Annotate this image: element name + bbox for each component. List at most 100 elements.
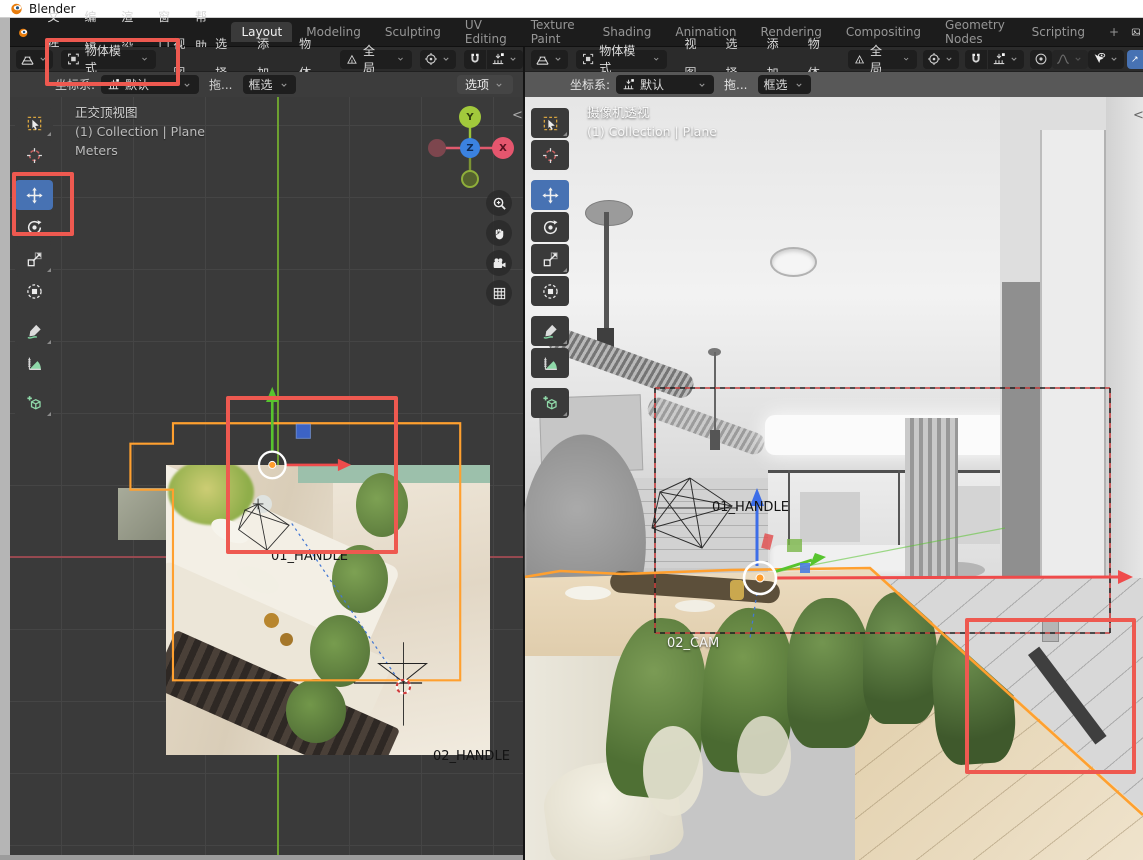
options-dropdown[interactable]: 选项 (457, 75, 513, 94)
tool-rotate[interactable] (531, 212, 569, 242)
scene-icon[interactable] (1131, 24, 1141, 40)
sidebar-collapse-arrow[interactable]: < (1133, 108, 1143, 123)
orientation-dropdown[interactable]: 全局 (340, 50, 412, 69)
chevron-down-icon (278, 79, 290, 91)
right-tool-settings: 坐标系: 默认 拖... 框选 (525, 72, 1143, 97)
grid-icon (492, 286, 507, 301)
tool-annotate[interactable] (15, 316, 53, 346)
measure-icon (26, 355, 43, 372)
right-viewport-overlay-text: 摄像机透视 (1) Collection | Plane (587, 103, 717, 141)
select-mode-label: 框选 (764, 76, 788, 93)
right-toolbar (531, 108, 569, 418)
editor-type-button[interactable] (531, 50, 568, 69)
cursor-3d-icon (542, 147, 559, 164)
units: Meters (75, 141, 205, 160)
tab-shading[interactable]: Shading (593, 22, 662, 42)
tool-select-box[interactable] (15, 108, 53, 138)
select-box-icon (542, 115, 559, 132)
blender-window: Blender 文件 编辑 渲染 窗口 帮助 Layout Modeling S… (0, 0, 1143, 860)
camera-view-button[interactable] (486, 250, 512, 276)
annotation-rect-mode-dropdown (45, 38, 180, 86)
tool-transform[interactable] (531, 276, 569, 306)
chevron-down-icon (181, 79, 193, 91)
magnet-icon (468, 52, 482, 66)
chevron-down-icon (901, 53, 911, 65)
move-icon (542, 187, 559, 204)
zoom-icon (492, 196, 507, 211)
camera-name-label: 02_CAM (667, 636, 719, 651)
snap-with-icon (491, 52, 505, 66)
select-mode-dropdown[interactable]: 框选 (758, 75, 811, 94)
falloff-curve-icon (1056, 52, 1070, 66)
view-name: 摄像机透视 (587, 103, 717, 122)
snap-with-dropdown[interactable] (988, 50, 1024, 69)
proportional-edit-toggle[interactable] (1030, 50, 1052, 69)
chevron-down-icon (793, 79, 805, 91)
add-cube-icon (26, 395, 43, 412)
visibility-dropdown[interactable] (1088, 50, 1124, 69)
chevron-down-icon (493, 79, 505, 91)
tab-sculpting[interactable]: Sculpting (375, 22, 451, 42)
mode-dropdown[interactable]: 物体模式 (576, 50, 667, 69)
visibility-pointer-eye-icon (1092, 52, 1106, 66)
nav-axis-neg-y[interactable] (461, 170, 479, 188)
tool-measure[interactable] (531, 348, 569, 378)
coord-value: 默认 (640, 76, 664, 93)
left-toolbar (15, 108, 53, 418)
tab-uv-editing[interactable]: UV Editing (455, 15, 517, 49)
nav-axis-x[interactable]: X (492, 137, 514, 159)
active-collection: (1) Collection | Plane (587, 122, 717, 141)
tool-measure[interactable] (15, 348, 53, 378)
blender-menu-icon[interactable] (18, 24, 29, 41)
mode-label: 物体模式 (599, 42, 641, 76)
coord-label: 坐标系: (570, 76, 610, 93)
select-mode-dropdown[interactable]: 框选 (243, 75, 296, 94)
snap-toggle[interactable] (965, 50, 987, 69)
gizmo-toggle[interactable] (1127, 50, 1143, 69)
orientation-icon (346, 53, 358, 66)
pan-button[interactable] (486, 220, 512, 246)
tool-annotate[interactable] (531, 316, 569, 346)
scale-icon (26, 251, 43, 268)
tool-scale[interactable] (531, 244, 569, 274)
zoom-button[interactable] (486, 190, 512, 216)
ortho-toggle-button[interactable] (486, 280, 512, 306)
active-collection: (1) Collection | Plane (75, 122, 205, 141)
tool-transform[interactable] (15, 276, 53, 306)
tab-compositing[interactable]: Compositing (836, 22, 931, 42)
pivot-dropdown[interactable] (420, 50, 456, 69)
orientation-label: 全局 (870, 42, 891, 76)
orientation-icon (854, 53, 865, 66)
sidebar-collapse-arrow[interactable]: < (512, 108, 523, 123)
chevron-down-icon (440, 53, 452, 65)
cursor-3d-icon (26, 147, 43, 164)
scale-icon (542, 251, 559, 268)
tool-select-box[interactable] (531, 108, 569, 138)
coord-dropdown[interactable]: 默认 (616, 75, 714, 94)
move-gizmo (744, 488, 1133, 638)
tool-add-cube[interactable] (15, 388, 53, 418)
snap-with-dropdown[interactable] (487, 50, 523, 69)
falloff-dropdown[interactable] (1052, 50, 1088, 69)
pivot-dropdown[interactable] (923, 50, 959, 69)
tab-geometry-nodes[interactable]: Geometry Nodes (935, 15, 1018, 49)
chevron-down-icon (696, 79, 708, 91)
nav-axis-y[interactable]: Y (459, 106, 481, 128)
nav-axis-z[interactable]: Z (460, 138, 480, 158)
snap-toggle[interactable] (464, 50, 486, 69)
orientation-dropdown[interactable]: 全局 (848, 50, 917, 69)
tool-cursor[interactable] (15, 140, 53, 170)
orientation-label: 全局 (363, 42, 385, 76)
tool-cursor[interactable] (531, 140, 569, 170)
proportional-icon (1034, 52, 1048, 66)
tab-texture-paint[interactable]: Texture Paint (521, 15, 589, 49)
snap-with-icon (992, 52, 1006, 66)
tab-scripting[interactable]: Scripting (1022, 22, 1095, 42)
tool-scale[interactable] (15, 244, 53, 274)
chevron-down-icon (507, 53, 519, 65)
tab-add-workspace[interactable]: + (1099, 22, 1129, 42)
tool-move[interactable] (531, 180, 569, 210)
tool-add-cube[interactable] (531, 388, 569, 418)
select-box-icon (26, 115, 43, 132)
nav-axis-neg-x[interactable] (428, 139, 446, 157)
